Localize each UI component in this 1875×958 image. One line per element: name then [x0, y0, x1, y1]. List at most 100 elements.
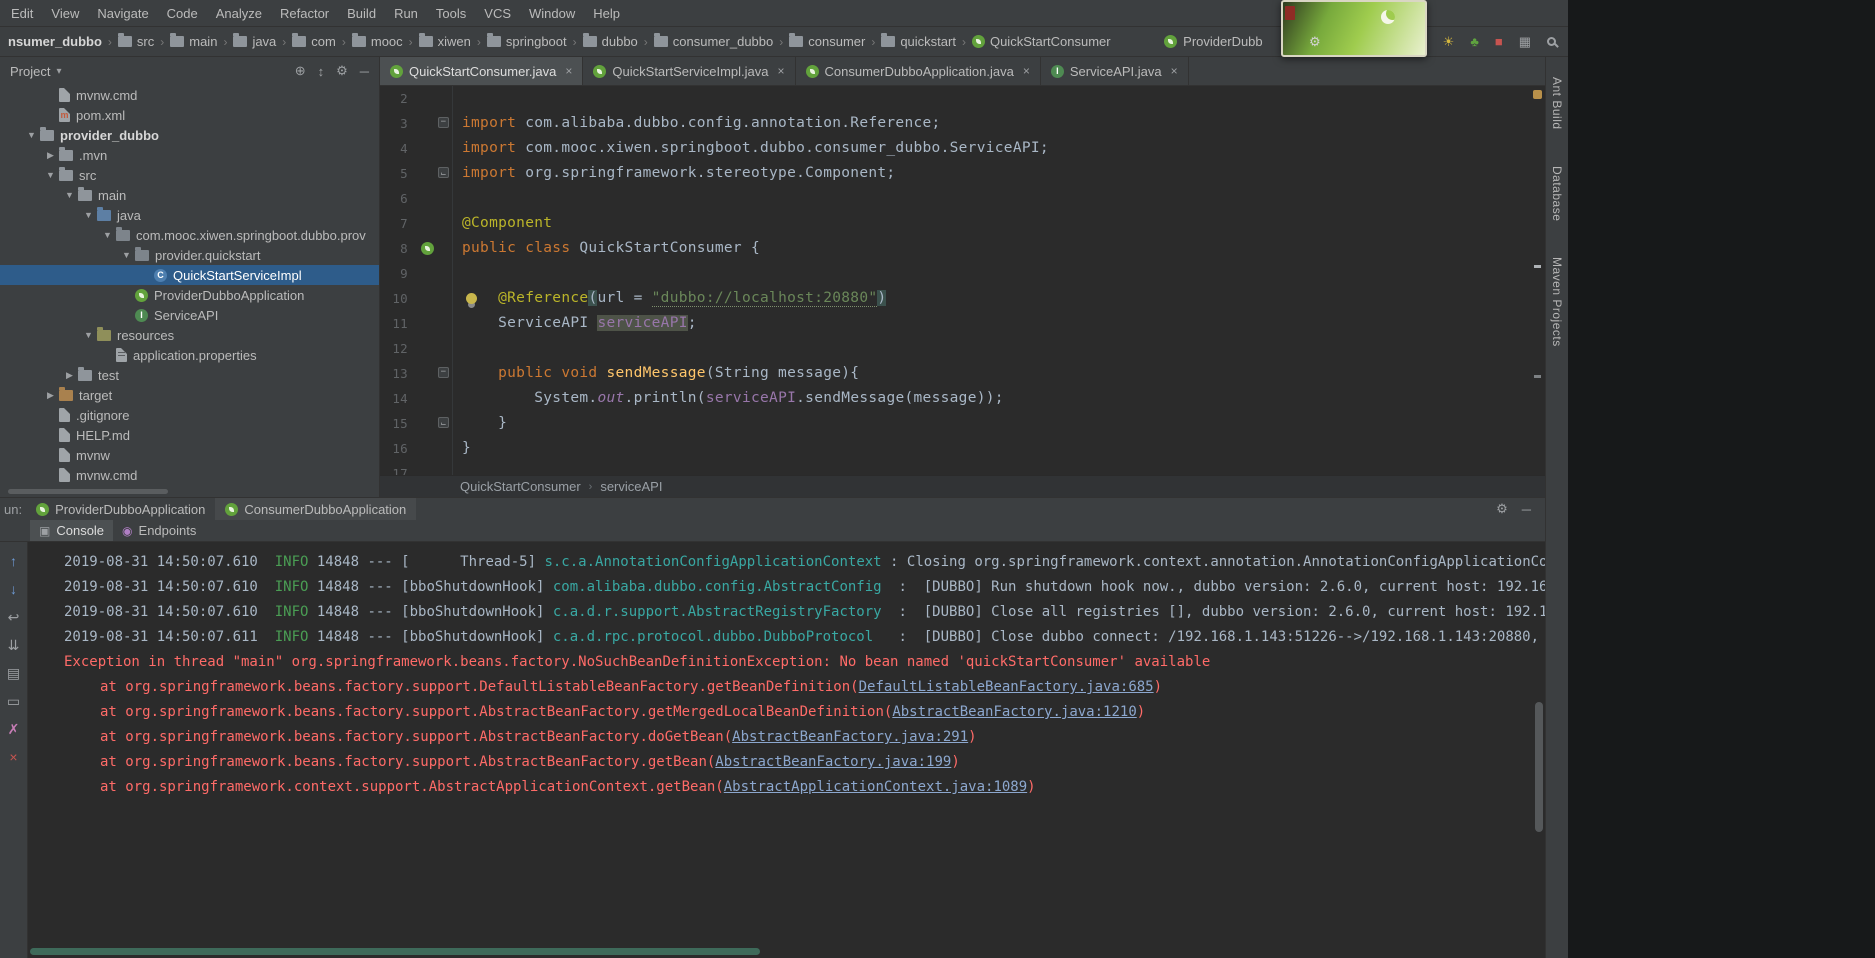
gear-icon[interactable]: ⚙	[1309, 34, 1321, 50]
scroll-end-button[interactable]: ⇊	[5, 636, 23, 654]
tree-item-target[interactable]: ▶ target	[0, 385, 379, 405]
chevron-down-icon[interactable]: ▼	[23, 130, 40, 140]
code-editor[interactable]: 2 3 − import com.alibaba.dubbo.config.annot…	[380, 86, 1545, 475]
tree-item--gitignore[interactable]: .gitignore	[0, 405, 379, 425]
spring-bean-icon[interactable]	[421, 242, 434, 255]
menu-help[interactable]: Help	[584, 0, 629, 27]
tab-consumerdubboapplication.java[interactable]: ConsumerDubboApplication.java ×	[796, 57, 1041, 85]
chevron-down-icon[interactable]: ▾	[56, 66, 61, 77]
nav-crumb-main[interactable]: main	[168, 33, 219, 49]
chevron-right-icon[interactable]: ▶	[61, 370, 78, 381]
tree-item-serviceapi[interactable]: I ServiceAPI	[0, 305, 379, 325]
chevron-down-icon[interactable]: ▼	[118, 250, 135, 260]
tool-stripe-ant-build[interactable]: Ant Build	[1550, 77, 1564, 130]
tree-item-help-md[interactable]: HELP.md	[0, 425, 379, 445]
close-icon[interactable]: ×	[1171, 64, 1178, 78]
tree-item-mvnw[interactable]: mvnw	[0, 445, 379, 465]
menu-navigate[interactable]: Navigate	[88, 0, 157, 27]
run-configuration-selector[interactable]: ProviderDubb	[1164, 34, 1263, 49]
run-tab-providerdubboapplication[interactable]: ProviderDubboApplication	[26, 498, 215, 520]
menu-code[interactable]: Code	[158, 0, 207, 27]
tree-item-pom-xml[interactable]: m pom.xml	[0, 105, 379, 125]
plant-icon[interactable]: ♣	[1470, 35, 1479, 48]
cut-button[interactable]: ✗	[5, 720, 23, 738]
chevron-down-icon[interactable]: ▼	[42, 170, 59, 180]
tree-item-providerdubboapplication[interactable]: ProviderDubboApplication	[0, 285, 379, 305]
breadcrumb-member[interactable]: serviceAPI	[600, 479, 662, 494]
grid-icon[interactable]: ▦	[1519, 35, 1531, 48]
chevron-down-icon[interactable]: ▼	[80, 330, 97, 340]
editor-scrollbar[interactable]	[1531, 87, 1545, 474]
tree-item-provider-dubbo[interactable]: ▼ provider_dubbo	[0, 125, 379, 145]
tab-quickstartconsumer.java[interactable]: QuickStartConsumer.java ×	[380, 57, 584, 85]
tree-item-resources[interactable]: ▼ resources	[0, 325, 379, 345]
menu-analyze[interactable]: Analyze	[207, 0, 271, 27]
nav-crumb-java[interactable]: java	[231, 33, 278, 49]
tree-item-quickstartserviceimpl[interactable]: C QuickStartServiceImpl	[0, 265, 379, 285]
console-output[interactable]: 2019-08-31 14:50:07.610 INFO 14848 --- […	[28, 542, 1545, 958]
tree-item-com-mooc-xiwen-springboot-dubbo-prov[interactable]: ▼ com.mooc.xiwen.springboot.dubbo.prov	[0, 225, 379, 245]
tree-item-mvnw-cmd[interactable]: mvnw.cmd	[0, 85, 379, 105]
nav-crumb-com[interactable]: com	[290, 33, 338, 49]
locate-button[interactable]: ⊕	[295, 63, 306, 79]
nav-crumb-dubbo[interactable]: dubbo	[581, 33, 640, 49]
nav-crumb-src[interactable]: src	[116, 33, 156, 49]
tab-serviceapi.java[interactable]: I ServiceAPI.java ×	[1041, 57, 1189, 85]
tree-item-src[interactable]: ▼ src	[0, 165, 379, 185]
tree-horizontal-scrollbar[interactable]	[8, 489, 168, 494]
intention-bulb-icon[interactable]	[466, 293, 477, 304]
clear-button[interactable]: ▭	[5, 692, 23, 710]
console-vertical-scrollbar[interactable]	[1535, 702, 1543, 832]
run-tab-consumerdubboapplication[interactable]: ConsumerDubboApplication	[215, 498, 417, 520]
stacktrace-link[interactable]: AbstractBeanFactory.java:199	[715, 754, 951, 770]
nav-crumb-xiwen[interactable]: xiwen	[417, 33, 473, 49]
stacktrace-link[interactable]: AbstractBeanFactory.java:1210	[892, 704, 1136, 720]
chevron-right-icon[interactable]: ▶	[42, 390, 59, 401]
tree-item-application-properties[interactable]: application.properties	[0, 345, 379, 365]
down-stack-button[interactable]: ↓	[5, 580, 23, 598]
nav-crumb-mooc[interactable]: mooc	[350, 33, 405, 49]
stacktrace-link[interactable]: AbstractApplicationContext.java:1089	[724, 779, 1027, 795]
tree-item--mvn[interactable]: ▶ .mvn	[0, 145, 379, 165]
chevron-down-icon[interactable]: ▼	[61, 190, 78, 200]
up-stack-button[interactable]: ↑	[5, 552, 23, 570]
close-icon[interactable]: ×	[565, 64, 572, 78]
tab-quickstartserviceimpl.java[interactable]: QuickStartServiceImpl.java ×	[583, 57, 796, 85]
collapse-all-button[interactable]: ↕	[318, 64, 325, 79]
menu-edit[interactable]: Edit	[2, 0, 42, 27]
subtab-console[interactable]: ▣ Console	[30, 520, 114, 541]
stacktrace-link[interactable]: AbstractBeanFactory.java:291	[732, 729, 968, 745]
chevron-down-icon[interactable]: ▼	[80, 210, 97, 220]
nav-crumb-springboot[interactable]: springboot	[485, 33, 569, 49]
console-horizontal-scrollbar[interactable]	[30, 948, 760, 955]
nav-crumb-quickstart[interactable]: quickstart	[879, 33, 958, 49]
hide-button[interactable]: ─	[360, 64, 369, 79]
nav-crumb-quickstartconsumer[interactable]: QuickStartConsumer	[970, 34, 1113, 49]
tree-item-test[interactable]: ▶ test	[0, 365, 379, 385]
project-panel-title[interactable]: Project	[10, 64, 50, 79]
menu-run[interactable]: Run	[385, 0, 427, 27]
settings-button[interactable]: ⚙	[336, 63, 348, 79]
menu-window[interactable]: Window	[520, 0, 584, 27]
tool-stripe-database[interactable]: Database	[1550, 166, 1564, 221]
close-button[interactable]: ×	[5, 748, 23, 766]
sun-icon[interactable]: ☀	[1443, 35, 1455, 48]
tree-item-mvnw-cmd[interactable]: mvnw.cmd	[0, 465, 379, 485]
soft-wrap-button[interactable]: ↩	[5, 608, 23, 626]
nav-crumb-nsumer-dubbo[interactable]: nsumer_dubbo	[6, 34, 104, 49]
tree-item-provider-quickstart[interactable]: ▼ provider.quickstart	[0, 245, 379, 265]
tool-stripe-maven-projects[interactable]: Maven Projects	[1550, 257, 1564, 347]
fold-marker[interactable]: −	[438, 117, 449, 128]
menu-build[interactable]: Build	[338, 0, 385, 27]
fold-marker[interactable]: ⌐	[438, 167, 449, 178]
hide-panel-button[interactable]: ─	[1522, 502, 1531, 517]
nav-crumb-consumer[interactable]: consumer	[787, 33, 867, 49]
tree-item-main[interactable]: ▼ main	[0, 185, 379, 205]
search-icon[interactable]	[1547, 37, 1556, 46]
close-icon[interactable]: ×	[1023, 64, 1030, 78]
fold-marker[interactable]: −	[438, 367, 449, 378]
close-icon[interactable]: ×	[777, 64, 784, 78]
fold-marker[interactable]: ⌐	[438, 417, 449, 428]
print-button[interactable]: ▤	[5, 664, 23, 682]
menu-tools[interactable]: Tools	[427, 0, 475, 27]
